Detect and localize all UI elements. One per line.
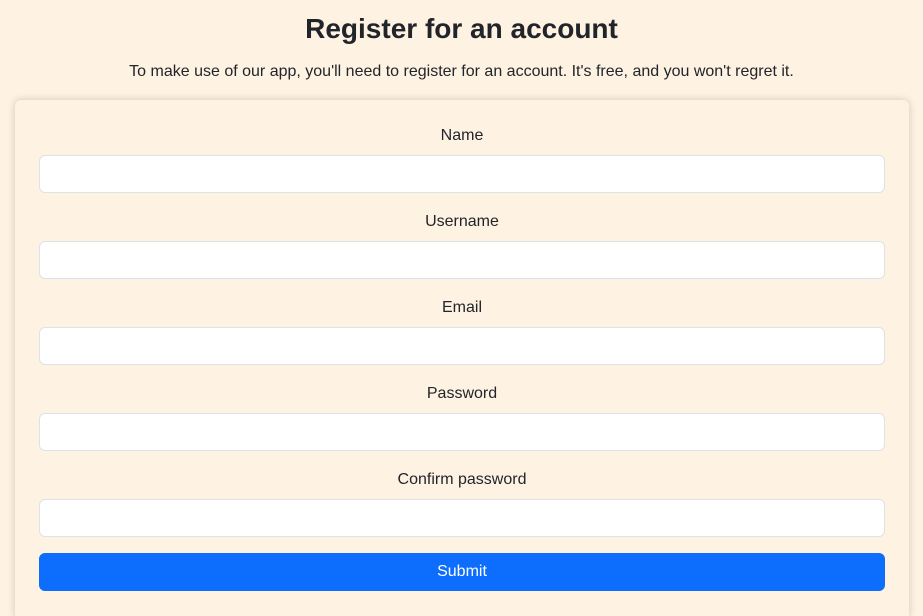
page-title: Register for an account (305, 13, 618, 44)
email-label: Email (441, 299, 482, 316)
page-subtitle: To make use of our app, you'll need to r… (129, 63, 794, 80)
email-input[interactable] (39, 327, 885, 365)
username-input[interactable] (39, 241, 885, 279)
password-input[interactable] (39, 413, 885, 451)
registration-form: Name Username Email Password Confirm pas… (15, 100, 909, 616)
register-page: Register for an account To make use of o… (0, 0, 923, 616)
submit-button[interactable]: Submit (39, 553, 885, 591)
name-label: Name (440, 127, 484, 144)
name-input[interactable] (39, 155, 885, 193)
password-label: Password (426, 385, 498, 402)
username-label: Username (425, 213, 499, 230)
confirm-password-label: Confirm password (397, 471, 527, 488)
confirm-password-input[interactable] (39, 499, 885, 537)
